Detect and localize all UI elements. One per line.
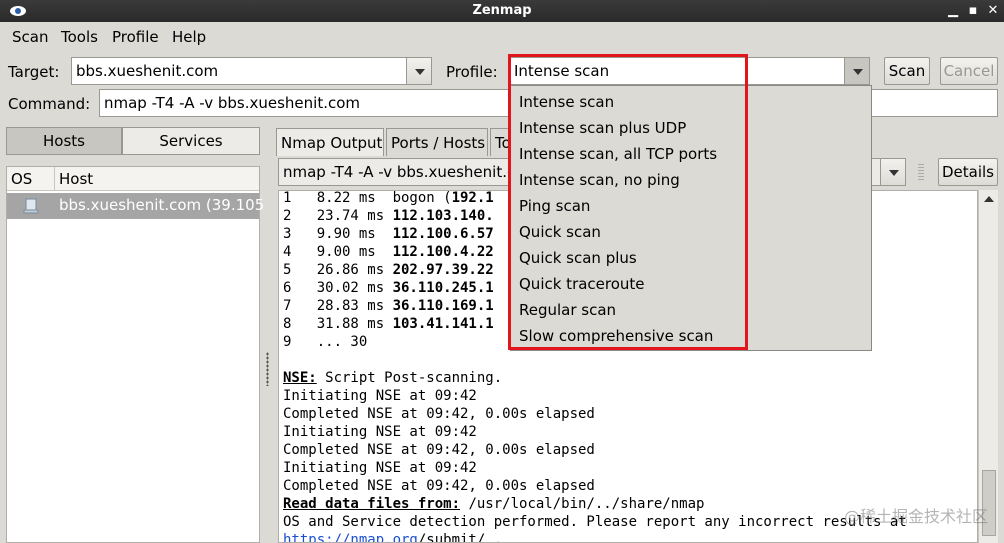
- column-header-host[interactable]: Host: [55, 167, 259, 191]
- output-line: 8 31.88 ms 103.41.141.1: [283, 316, 494, 332]
- minimize-icon[interactable]: ▁: [944, 2, 962, 20]
- output-line: 5 26.86 ms 202.97.39.22: [283, 262, 494, 278]
- output-line: Initiating NSE at 09:42: [283, 424, 477, 440]
- profile-option[interactable]: Slow comprehensive scan: [519, 327, 713, 345]
- chevron-down-icon: [415, 69, 425, 75]
- output-line: Initiating NSE at 09:42: [283, 388, 477, 404]
- scan-button[interactable]: Scan: [884, 57, 930, 85]
- menu-profile[interactable]: Profile: [112, 28, 159, 46]
- output-line: Initiating NSE at 09:42: [283, 460, 477, 476]
- scroll-up-icon[interactable]: [984, 196, 994, 202]
- details-button[interactable]: Details: [938, 158, 998, 186]
- host-list: OS Host bbs.xueshenit.com (39.105: [6, 166, 264, 543]
- profile-option[interactable]: Regular scan: [519, 301, 616, 319]
- close-icon[interactable]: ✕: [984, 2, 1002, 20]
- profile-option[interactable]: Quick scan plus: [519, 249, 637, 267]
- profile-option[interactable]: Quick scan: [519, 223, 601, 241]
- host-row[interactable]: bbs.xueshenit.com (39.105: [7, 193, 264, 219]
- output-line: 6 30.02 ms 36.110.245.1: [283, 280, 494, 296]
- host-name: bbs.xueshenit.com (39.105: [59, 196, 265, 214]
- output-line: https://nmap.org/submit/ .: [283, 531, 502, 542]
- profile-option[interactable]: Intense scan plus UDP: [519, 119, 686, 137]
- output-line: 9 ... 30: [283, 334, 368, 350]
- chevron-down-icon: [889, 170, 899, 176]
- profile-option[interactable]: Intense scan, no ping: [519, 171, 680, 189]
- watermark-text: @稀土掘金技术社区: [843, 507, 988, 526]
- output-line: 7 28.83 ms 36.110.169.1: [283, 298, 494, 314]
- output-line: 1 8.22 ms bogon (192.1: [283, 190, 494, 206]
- output-line: Completed NSE at 09:42, 0.00s elapsed: [283, 406, 595, 422]
- cancel-button[interactable]: Cancel: [940, 57, 998, 85]
- maximize-icon[interactable]: ▪: [964, 2, 982, 20]
- profile-option[interactable]: Intense scan, all TCP ports: [519, 145, 717, 163]
- menu-scan[interactable]: Scan: [12, 28, 48, 46]
- profile-combo-input[interactable]: Intense scan: [509, 57, 845, 85]
- os-computer-icon: [23, 198, 39, 214]
- hosts-toggle-button[interactable]: Hosts: [6, 127, 122, 155]
- output-line: 4 9.00 ms 112.100.4.22: [283, 244, 494, 260]
- command-label: Command:: [8, 95, 91, 113]
- output-scrollbar[interactable]: [978, 190, 998, 543]
- menu-bar: Scan Tools Profile Help: [0, 22, 1004, 52]
- output-line: OS and Service detection performed. Plea…: [283, 514, 907, 530]
- menu-tools[interactable]: Tools: [61, 28, 98, 46]
- tab-nmap-output[interactable]: Nmap Output: [276, 128, 384, 156]
- tab-ports-hosts[interactable]: Ports / Hosts: [386, 128, 488, 156]
- services-toggle-button[interactable]: Services: [122, 127, 260, 155]
- window-title: Zenmap: [472, 3, 532, 18]
- toolbar-separator: [918, 164, 924, 180]
- profile-label: Profile:: [446, 63, 498, 81]
- target-label: Target:: [8, 63, 60, 81]
- output-line: NSE: Script Post-scanning.: [283, 370, 503, 386]
- output-line: Completed NSE at 09:42, 0.00s elapsed: [283, 478, 595, 494]
- profile-dropdown-menu: Intense scan Intense scan plus UDP Inten…: [510, 85, 872, 351]
- nmap-submit-link[interactable]: https://nmap.org: [283, 532, 418, 542]
- profile-option[interactable]: Intense scan: [519, 93, 614, 111]
- output-dropdown-button[interactable]: [880, 158, 906, 186]
- chevron-down-icon: [853, 69, 863, 75]
- target-input[interactable]: bbs.xueshenit.com: [71, 57, 407, 85]
- profile-dropdown-button[interactable]: [844, 57, 870, 85]
- pane-resize-handle[interactable]: [266, 352, 269, 386]
- column-header-os[interactable]: OS: [7, 167, 55, 191]
- output-line: Completed NSE at 09:42, 0.00s elapsed: [283, 442, 595, 458]
- target-dropdown-button[interactable]: [406, 57, 432, 85]
- menu-help[interactable]: Help: [172, 28, 206, 46]
- profile-option[interactable]: Quick traceroute: [519, 275, 645, 293]
- output-line: Read data files from: /usr/local/bin/../…: [283, 496, 705, 512]
- output-line: 2 23.74 ms 112.103.140.: [283, 208, 494, 224]
- title-bar: Zenmap ▁ ▪ ✕: [0, 0, 1004, 22]
- output-line: 3 9.90 ms 112.100.6.57: [283, 226, 494, 242]
- profile-option[interactable]: Ping scan: [519, 197, 590, 215]
